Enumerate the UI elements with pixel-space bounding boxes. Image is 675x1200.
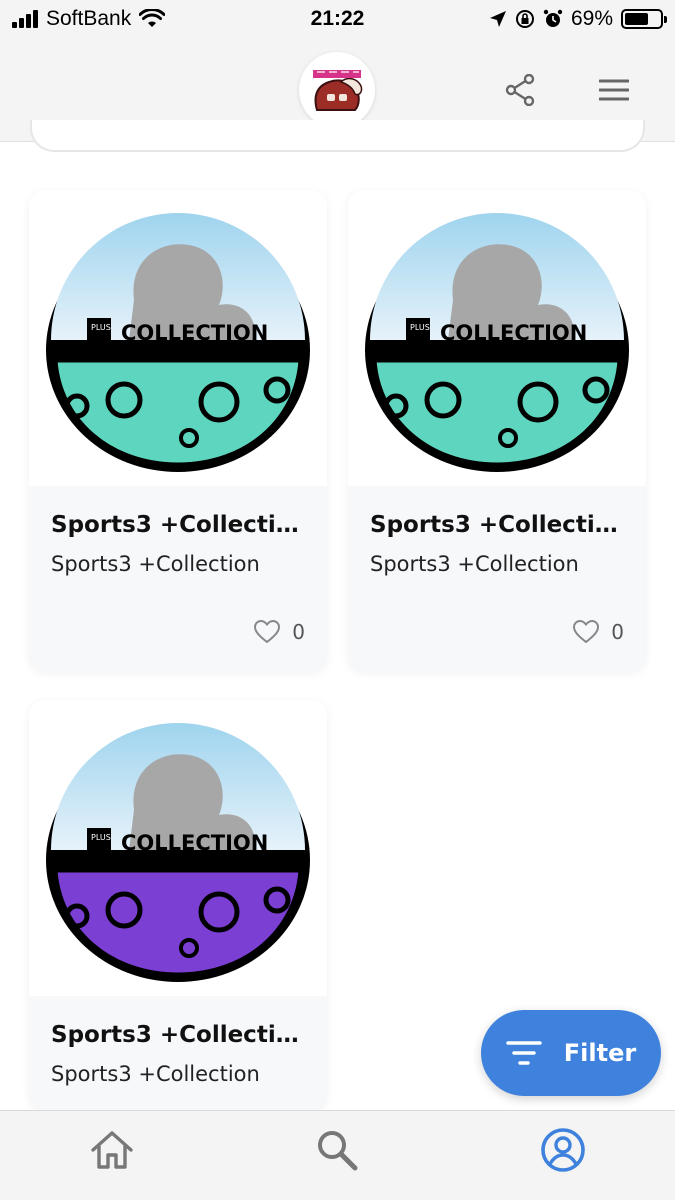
logo-graphic [313,70,363,111]
item-image: PLUS COLLECTION [348,190,646,486]
item-image-badge-small: PLUS [91,833,111,842]
nav-search[interactable] [312,1125,362,1175]
rotation-lock-icon [515,10,534,28]
filter-label: Filter [563,1039,637,1067]
nav-account[interactable] [538,1125,588,1175]
item-image: PLUS COLLECTION [29,190,327,486]
home-icon [91,1131,133,1169]
item-image-badge-small: PLUS [91,323,111,332]
item-title[interactable]: Sports3 +Collectio… [51,512,309,538]
filter-icon [506,1041,542,1065]
item-image-badge: COLLECTION [121,831,268,855]
like-count: 0 [292,620,305,644]
heart-outline-icon [573,620,600,644]
status-bar: SoftBank 21:22 69% [0,0,675,38]
search-bar[interactable] [30,120,645,152]
battery-fill [625,13,649,25]
filter-button[interactable]: Filter [481,1010,661,1096]
battery-percent: 69% [570,7,613,30]
item-title[interactable]: Sports3 +Collectio… [51,1022,309,1048]
item-image-badge-small: PLUS [410,323,430,332]
item-image: PLUS COLLECTION [29,700,327,996]
bottom-nav [0,1110,675,1200]
menu-button[interactable] [596,72,632,108]
item-subtitle: Sports3 +Collection [51,552,260,576]
heart-outline-icon [254,620,281,644]
item-card[interactable]: PLUS COLLECTION Sports3 +Collectio… Spor… [29,700,327,1110]
account-icon [541,1128,585,1172]
item-title[interactable]: Sports3 +Collectio… [370,512,628,538]
search-icon [318,1131,358,1171]
hamburger-menu-icon [599,79,629,101]
like-button[interactable]: 0 [573,620,624,644]
item-subtitle: Sports3 +Collection [51,1062,260,1086]
like-button[interactable]: 0 [254,620,305,644]
item-card[interactable]: PLUS COLLECTION Sports3 +Collectio… Spor… [348,190,646,671]
like-count: 0 [611,620,624,644]
item-subtitle: Sports3 +Collection [370,552,579,576]
item-image-badge: COLLECTION [121,321,268,345]
location-arrow-icon [489,11,506,27]
share-icon [505,74,535,106]
alarm-icon [543,9,563,27]
item-image-badge: COLLECTION [440,321,587,345]
nav-home[interactable] [87,1125,137,1175]
status-right: 69% [489,7,667,31]
item-card[interactable]: PLUS COLLECTION Sports3 +Collectio… Spor… [29,190,327,671]
share-button[interactable] [502,72,538,108]
app-logo[interactable] [299,52,375,128]
battery-icon [621,9,667,29]
